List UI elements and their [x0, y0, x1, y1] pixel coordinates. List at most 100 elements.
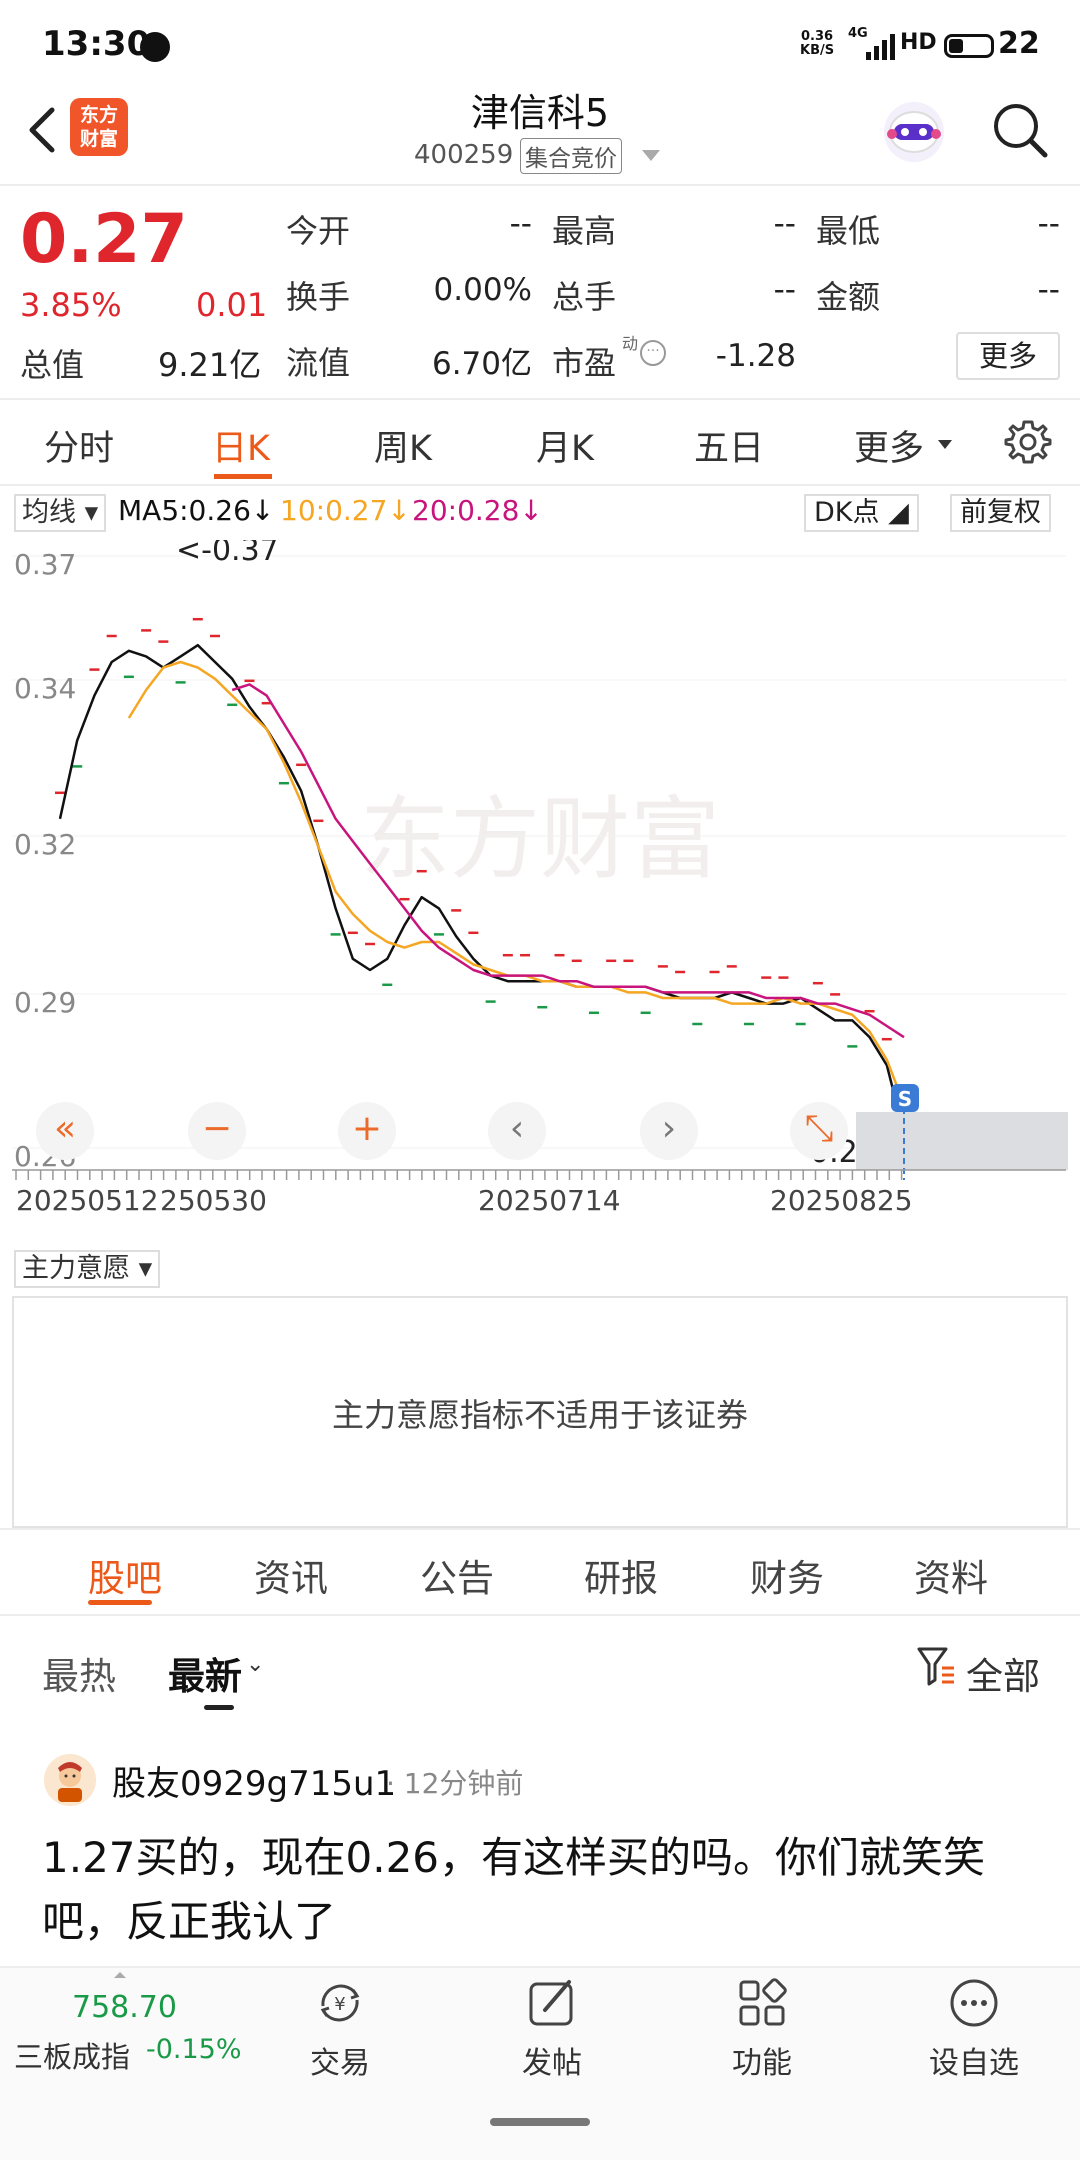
- float-cap-label: 流值: [286, 344, 351, 382]
- tab-daily-k[interactable]: 日K: [212, 420, 270, 471]
- status-time: 13:30: [42, 24, 151, 64]
- notification-dot-icon: [140, 32, 170, 62]
- tab-research[interactable]: 研报: [584, 1548, 658, 1602]
- post-username[interactable]: 股友0929g715u1: [112, 1756, 396, 1805]
- open-value: --: [509, 206, 532, 242]
- sort-hottest[interactable]: 最热: [42, 1646, 116, 1700]
- nav-post-label: 发帖: [522, 2046, 582, 2081]
- tab-profile[interactable]: 资料: [914, 1548, 988, 1602]
- indicator-select[interactable]: 均线 ▾: [14, 494, 107, 532]
- amount-value: --: [1037, 272, 1060, 308]
- amount-label: 金额: [816, 278, 881, 316]
- dk-point-button[interactable]: DK点 ◢: [804, 494, 919, 532]
- tab-finance[interactable]: 财务: [750, 1548, 824, 1602]
- divider: [0, 398, 1080, 400]
- tab-weekly-k[interactable]: 周K: [374, 420, 432, 471]
- nav-functions-label: 功能: [732, 2046, 792, 2081]
- more-quote-button[interactable]: 更多: [956, 332, 1060, 380]
- nav-post[interactable]: 发帖: [482, 1976, 622, 2082]
- x-tick-label: 20250714: [478, 1184, 621, 1217]
- sub-indicator-label: 主力意愿: [22, 1253, 130, 1284]
- nav-add-watchlist[interactable]: 设自选: [904, 1976, 1044, 2082]
- scroll-right-button[interactable]: ›: [640, 1102, 698, 1160]
- current-range-shade: [856, 1112, 1068, 1170]
- network-speed: 0.36 KB/S: [800, 30, 834, 58]
- battery-level: 22: [998, 26, 1040, 61]
- home-indicator[interactable]: [490, 2118, 590, 2126]
- logo-text-bottom: 财富: [79, 128, 118, 150]
- logo-text-top: 东方: [79, 104, 118, 126]
- sort-indicator: [204, 1705, 234, 1710]
- post-time: · 12分钟前: [386, 1767, 524, 1800]
- zoom-in-button[interactable]: +: [338, 1102, 396, 1160]
- volume-label: 总手: [552, 278, 617, 316]
- tab-intraday[interactable]: 分时: [44, 420, 114, 471]
- turnover-label: 换手: [286, 278, 351, 316]
- index-value[interactable]: 758.70: [72, 1990, 177, 2025]
- y-tick-label: 0.34: [14, 672, 76, 705]
- search-icon[interactable]: [990, 100, 1050, 160]
- chart-watermark: 东方财富: [360, 787, 720, 892]
- current-price: 0.27: [20, 200, 188, 279]
- turnover-value: 0.00%: [433, 272, 532, 308]
- nav-add-watchlist-label: 设自选: [929, 2046, 1019, 2081]
- app-logo[interactable]: 东方 财富: [70, 98, 128, 156]
- divider: [0, 484, 1080, 486]
- low-label: 最低: [816, 212, 881, 250]
- tab-announcements[interactable]: 公告: [420, 1548, 494, 1602]
- trading-mode-badge[interactable]: 集合竞价: [520, 138, 622, 174]
- y-tick-label: 0.32: [14, 828, 76, 861]
- tab-forum[interactable]: 股吧: [88, 1548, 162, 1602]
- pe-value: -1.28: [715, 338, 796, 374]
- scroll-left-button[interactable]: ‹: [488, 1102, 546, 1160]
- filter-icon[interactable]: [916, 1644, 956, 1688]
- signal-bars-icon: [866, 34, 895, 60]
- sub-indicator-select[interactable]: 主力意愿 ▾: [14, 1250, 161, 1288]
- svg-text:¥: ¥: [334, 1994, 345, 2015]
- more-dots-icon: [950, 1979, 998, 2027]
- fullscreen-button[interactable]: ⤡: [790, 1102, 848, 1160]
- dk-point-label: DK点: [814, 497, 880, 528]
- back-icon[interactable]: [18, 100, 68, 160]
- tab-more[interactable]: 更多: [854, 420, 924, 471]
- market-cap-value: 9.21亿: [158, 346, 262, 384]
- zoom-out-button[interactable]: −: [188, 1102, 246, 1160]
- robot-assistant-icon[interactable]: [876, 92, 952, 168]
- pe-dynamic-mark: 动: [622, 334, 639, 353]
- compose-icon: [529, 1980, 573, 2026]
- filter-label[interactable]: 全部: [966, 1646, 1040, 1700]
- battery-icon: [944, 34, 994, 58]
- high-value: --: [773, 206, 796, 242]
- x-tick-label: 250530: [160, 1184, 267, 1217]
- sort-newest[interactable]: 最新: [168, 1646, 242, 1700]
- adjust-button[interactable]: 前复权: [950, 494, 1051, 532]
- dropdown-arrow-icon[interactable]: [938, 440, 952, 449]
- market-cap-label: 总值: [20, 346, 85, 384]
- post-body[interactable]: 1.27买的，现在0.26，有这样买的吗。你们就笑笑吧，反正我认了: [42, 1826, 1042, 1954]
- nav-trade-label: 交易: [310, 2046, 370, 2081]
- info-dots-icon[interactable]: ···: [640, 340, 666, 366]
- chevron-down-icon[interactable]: ⌄: [246, 1652, 264, 1677]
- high-label: 最高: [552, 212, 617, 250]
- network-type: 4G: [848, 26, 868, 41]
- avatar[interactable]: [44, 1754, 96, 1806]
- expand-caret-icon[interactable]: [114, 1972, 126, 1978]
- tab-five-day[interactable]: 五日: [694, 420, 764, 471]
- gear-icon[interactable]: [1004, 418, 1052, 466]
- scroll-left-fast-button[interactable]: «: [36, 1102, 94, 1160]
- index-name[interactable]: 三板成指: [14, 2034, 130, 2076]
- grid-icon: [739, 1978, 787, 2026]
- change-percent: 3.85%: [20, 286, 122, 324]
- status-bar: 13:30 0.36 KB/S 4G HD 22: [0, 0, 1080, 90]
- tab-news[interactable]: 资讯: [254, 1548, 328, 1602]
- dropdown-arrow-icon[interactable]: [642, 150, 660, 161]
- y-tick-label: 0.37: [14, 548, 76, 581]
- nav-trade[interactable]: ¥ 交易: [270, 1976, 410, 2082]
- tab-monthly-k[interactable]: 月K: [536, 420, 594, 471]
- index-change[interactable]: -0.15%: [146, 2034, 242, 2065]
- change-amount: 0.01: [196, 286, 268, 324]
- s-badge-label: S: [898, 1087, 912, 1111]
- x-tick-label: 20250512: [16, 1184, 159, 1217]
- nav-functions[interactable]: 功能: [692, 1976, 832, 2082]
- indicator-select-label: 均线: [22, 497, 76, 528]
